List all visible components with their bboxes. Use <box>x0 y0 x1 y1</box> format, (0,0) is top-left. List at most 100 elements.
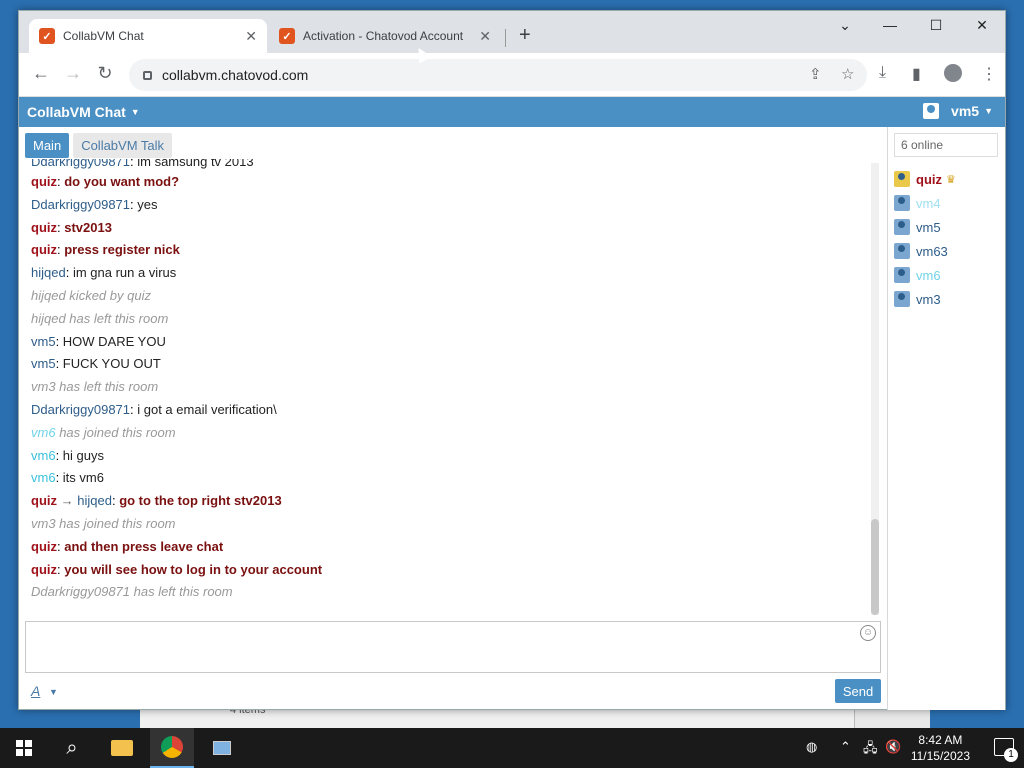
search-icon[interactable]: ⌕ <box>50 728 94 768</box>
send-button[interactable]: Send <box>835 679 881 703</box>
message-list: Ddarkriggy09871: im samsung tv 2013 quiz:… <box>31 159 871 619</box>
message-text: im samsung tv 2013 <box>137 159 254 169</box>
new-tab-button[interactable]: + <box>519 24 531 47</box>
message-author[interactable]: vm6 <box>31 448 56 463</box>
close-tab-icon[interactable]: ✕ <box>245 28 257 45</box>
user-avatar-icon <box>894 291 910 307</box>
user-list-item[interactable]: vm6 <box>894 263 956 287</box>
network-icon[interactable]: 🖧 <box>863 739 878 761</box>
chat-message: vm6: its vm6 <box>31 467 871 490</box>
user-dropdown-icon: ▼ <box>984 106 993 116</box>
tab-search-chevron-icon[interactable]: ⌄ <box>822 17 868 34</box>
private-arrow-icon: → <box>60 493 74 509</box>
tab-title: Activation - Chatovod Account <box>303 29 464 43</box>
message-scrollbar[interactable] <box>871 163 879 615</box>
chatovod-favicon-icon: ✓ <box>279 28 295 44</box>
message-separator: : <box>55 333 63 349</box>
user-list-item[interactable]: vm3 <box>894 287 956 311</box>
app-title-dropdown-icon[interactable]: ▼ <box>131 107 140 117</box>
message-author[interactable]: Ddarkriggy09871 <box>31 159 130 169</box>
user-name: vm63 <box>916 243 948 259</box>
message-author[interactable]: hijqed <box>31 265 66 280</box>
message-author[interactable]: vm5 <box>31 334 56 349</box>
profile-avatar-icon[interactable] <box>944 64 962 82</box>
clock-date: 11/15/2023 <box>910 749 970 763</box>
event-text: Ddarkriggy09871 has left this room <box>31 584 233 600</box>
forward-button[interactable]: → <box>61 63 85 84</box>
user-list-item[interactable]: vm63 <box>894 239 956 263</box>
user-name: vm6 <box>916 267 941 283</box>
download-icon[interactable]: ⤓ <box>879 64 886 82</box>
emoji-icon[interactable]: ☺ <box>860 625 876 641</box>
message-input[interactable]: ☺ <box>25 621 881 673</box>
minimize-button[interactable]: — <box>867 17 913 33</box>
event-user: vm6 <box>31 424 56 440</box>
message-author[interactable]: Ddarkriggy09871 <box>31 197 130 212</box>
tab-title: CollabVM Chat <box>63 29 144 43</box>
system-event-message: hijqed has left this room <box>31 308 871 331</box>
chat-message: quiz: you will see how to log in to your… <box>31 559 871 582</box>
user-list-item[interactable]: vm5 <box>894 215 956 239</box>
system-event-message: Ddarkriggy09871 has left this room <box>31 581 871 604</box>
current-user-menu[interactable]: vm5 ▼ <box>923 103 993 119</box>
start-button[interactable] <box>0 728 48 768</box>
event-text: hijqed has left this room <box>31 310 169 326</box>
tab-collabvm-chat[interactable]: ✓ CollabVM Chat ✕ <box>29 19 267 53</box>
app-title[interactable]: CollabVM Chat <box>27 104 126 120</box>
close-tab-icon[interactable]: ✕ <box>479 28 491 45</box>
user-icon <box>923 103 940 119</box>
network-window-taskbar-icon[interactable] <box>200 728 244 768</box>
message-author[interactable]: quiz <box>31 539 57 554</box>
message-author[interactable]: Ddarkriggy09871 <box>31 402 130 417</box>
scrollbar-thumb[interactable] <box>871 519 879 615</box>
chrome-taskbar-icon[interactable] <box>150 728 194 768</box>
maximize-button[interactable]: ☐ <box>913 17 959 34</box>
language-icon[interactable]: ◍ <box>806 739 817 755</box>
message-author[interactable]: vm6 <box>31 470 56 485</box>
message-text: do you want mod? <box>64 174 180 189</box>
event-text: vm3 has left this room <box>31 379 159 395</box>
online-count: 6 online <box>894 133 998 157</box>
bookmark-star-icon[interactable]: ☆ <box>841 65 854 83</box>
windows-logo-icon <box>16 740 32 756</box>
format-dropdown-icon[interactable]: ▼ <box>49 687 58 697</box>
message-text: FUCK YOU OUT <box>62 356 161 372</box>
message-author[interactable]: quiz <box>31 220 57 235</box>
message-text: and then press leave chat <box>64 538 224 554</box>
volume-muted-icon[interactable]: 🔇 <box>885 739 901 755</box>
user-avatar-icon <box>894 243 910 259</box>
back-button[interactable]: ← <box>29 63 53 84</box>
reload-button[interactable]: ↻ <box>93 63 117 84</box>
chat-message: vm5: HOW DARE YOU <box>31 331 871 354</box>
message-author[interactable]: quiz <box>31 562 57 577</box>
user-avatar-icon <box>894 195 910 211</box>
lock-icon <box>143 70 152 80</box>
chat-message: quiz → hijqed: go to the top right stv20… <box>31 490 871 513</box>
text-format-button[interactable]: A <box>31 683 40 699</box>
message-author[interactable]: quiz <box>31 242 57 257</box>
browser-menu-icon[interactable]: ⋮ <box>981 64 997 84</box>
user-list-item[interactable]: quiz ♛ <box>894 167 956 191</box>
side-panel-icon[interactable]: ▮ <box>912 64 921 84</box>
message-author[interactable]: vm5 <box>31 356 56 371</box>
clock[interactable]: 8:42 AM 11/15/2023 <box>911 732 970 764</box>
user-avatar-icon <box>894 171 910 187</box>
show-hidden-icons-chevron-icon[interactable]: ⌃ <box>840 739 851 755</box>
address-bar[interactable]: collabvm.chatovod.com ⇪ ☆ <box>129 59 867 91</box>
close-window-button[interactable]: ✕ <box>959 17 1005 34</box>
message-author[interactable]: quiz <box>31 174 57 189</box>
system-event-message: hijqed kicked by quiz <box>31 285 871 308</box>
file-explorer-icon[interactable] <box>100 728 144 768</box>
browser-window: ✓ CollabVM Chat ✕ ✓ Activation - Chatovo… <box>18 10 1006 710</box>
message-text: press register nick <box>64 242 180 258</box>
system-event-message: vm3 has left this room <box>31 376 871 399</box>
tab-main[interactable]: Main <box>25 133 70 158</box>
message-recipient: hijqed <box>77 493 112 509</box>
message-text: im gna run a virus <box>72 265 177 281</box>
message-text: i got a email verification\ <box>137 401 277 417</box>
chat-message: Ddarkriggy09871: i got a email verificat… <box>31 399 871 422</box>
tab-collabvm-talk[interactable]: CollabVM Talk <box>73 133 173 158</box>
user-list-item[interactable]: vm4 <box>894 191 956 215</box>
tab-activation[interactable]: ✓ Activation - Chatovod Account ✕ <box>269 19 501 53</box>
share-icon[interactable]: ⇪ <box>809 65 822 83</box>
